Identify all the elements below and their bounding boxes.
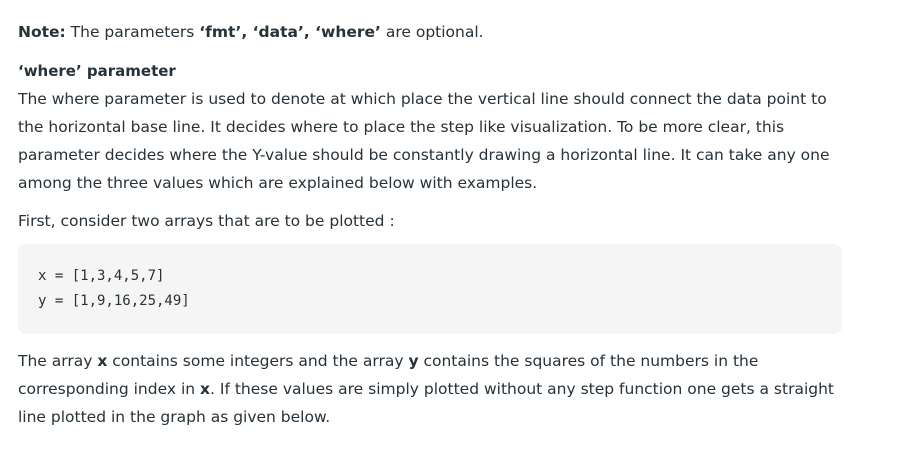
note-text-before: The parameters [65, 23, 200, 41]
code-block: x = [1,3,4,5,7] y = [1,9,16,25,49] [18, 244, 842, 334]
article-content: Note: The parameters ‘fmt’, ‘data’, ‘whe… [0, 0, 901, 454]
explanation-x-1: x [97, 352, 108, 370]
explanation-part-1: The array [18, 352, 98, 370]
explanation-x-2: x [200, 380, 211, 398]
explanation-y: y [408, 352, 419, 370]
where-parameter-description: The where parameter is used to denote at… [18, 90, 830, 192]
note-params: ‘fmt’, ‘data’, ‘where’ [199, 23, 381, 41]
explanation-paragraph: The array x contains some integers and t… [18, 347, 842, 431]
note-label: Note: [18, 23, 66, 41]
note-text-after: are optional. [380, 23, 484, 41]
where-parameter-heading: ‘where’ parameter [18, 62, 176, 80]
intro-paragraph: First, consider two arrays that are to b… [18, 212, 395, 230]
code-line-y: y = [1,9,16,25,49] [38, 293, 190, 309]
code-line-x: x = [1,3,4,5,7] [38, 268, 165, 284]
explanation-part-2: contains some integers and the array [107, 352, 409, 370]
note-paragraph: Note: The parameters ‘fmt’, ‘data’, ‘whe… [18, 20, 484, 44]
